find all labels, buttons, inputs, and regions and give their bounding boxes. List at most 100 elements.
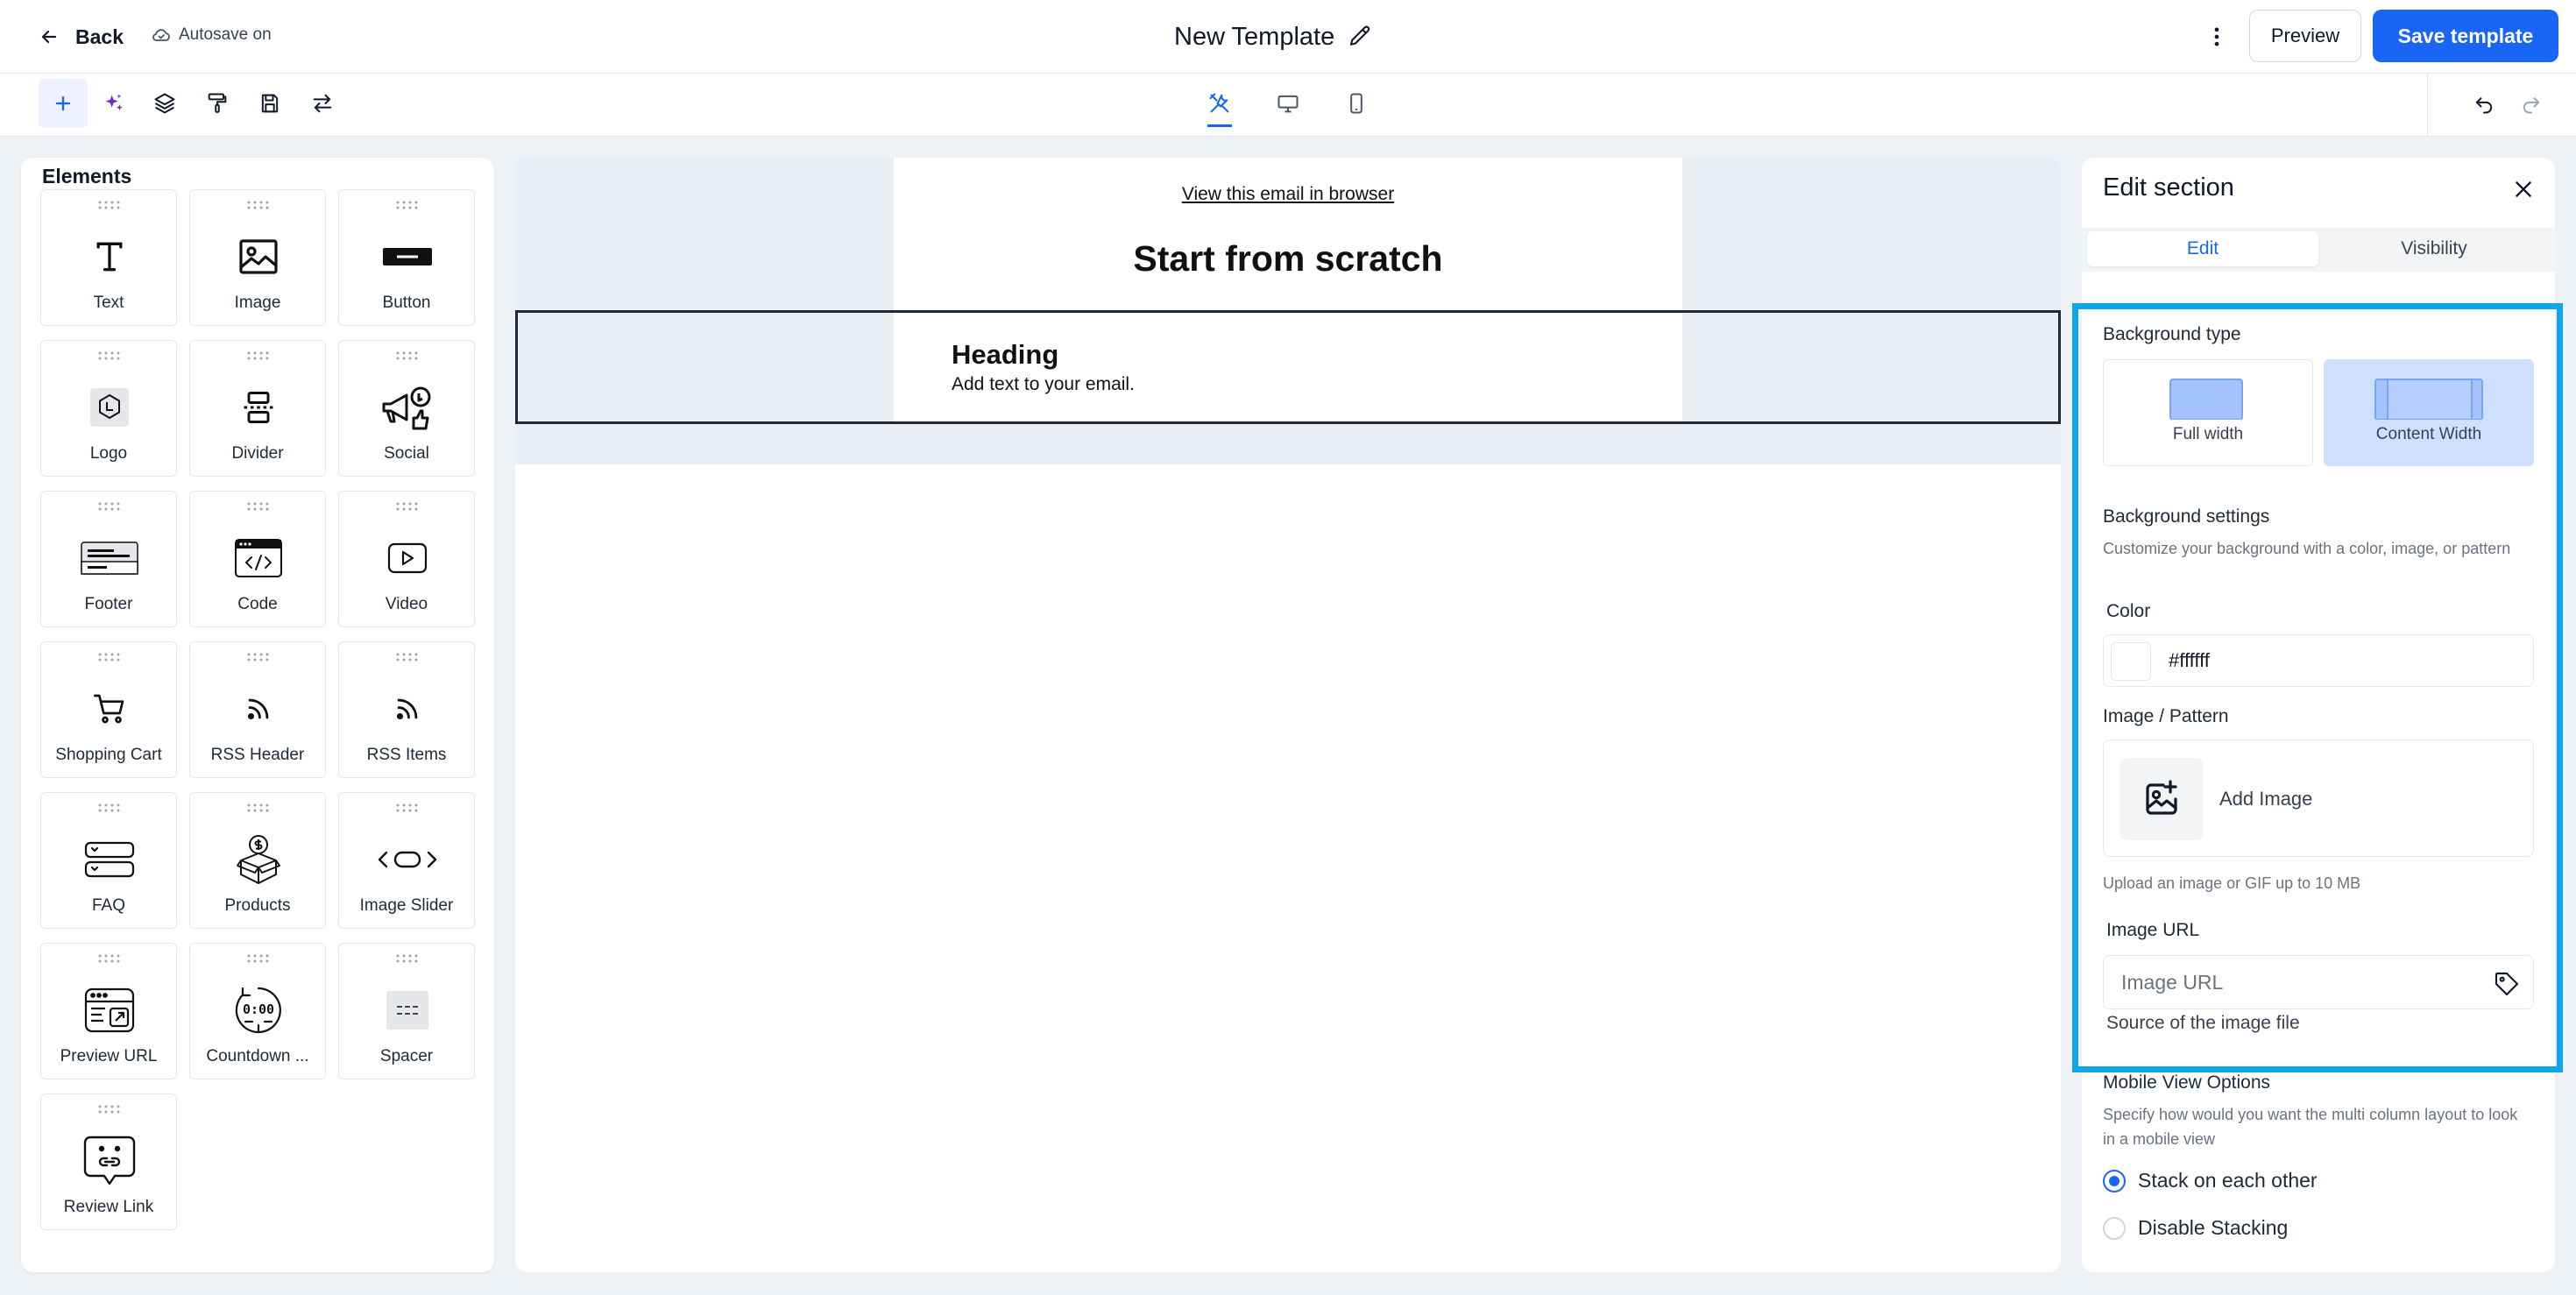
tag-icon[interactable] [2493, 970, 2521, 998]
email-canvas[interactable]: View this email in browser Start from sc… [515, 158, 2061, 1272]
close-panel-button[interactable] [2506, 172, 2541, 207]
drag-handle-icon[interactable] [395, 954, 420, 963]
element-tile-social[interactable]: Social [338, 340, 475, 477]
element-tile-image-slider[interactable]: Image Slider [338, 792, 475, 929]
element-tile-faq[interactable]: FAQ [40, 792, 177, 929]
color-field[interactable]: #ffffff [2103, 634, 2534, 687]
layers-icon [154, 93, 175, 114]
sparkles-icon [105, 94, 123, 111]
drag-handle-icon[interactable] [395, 653, 420, 662]
section-text[interactable]: Add text to your email. [952, 374, 1135, 395]
content-width-icon [2374, 379, 2483, 420]
element-tile-logo[interactable]: Logo [40, 340, 177, 477]
image-url-field[interactable] [2103, 955, 2534, 1009]
radio-button-selected[interactable] [2103, 1169, 2126, 1192]
email-main-title[interactable]: Start from scratch [894, 238, 1682, 280]
image-url-input[interactable] [2121, 966, 2472, 998]
element-tile-products[interactable]: Products [189, 792, 326, 929]
ai-tool[interactable] [89, 79, 138, 128]
template-title-text: New Template [1174, 22, 1335, 51]
save-tool[interactable] [245, 79, 294, 128]
drag-handle-icon[interactable] [395, 201, 420, 209]
edit-tabs: Edit Visibility [2082, 228, 2555, 272]
radio-stack[interactable]: Stack on each other [2103, 1169, 2318, 1192]
radio-button[interactable] [2103, 1216, 2126, 1240]
pencil-icon[interactable] [1347, 24, 1373, 50]
element-tile-shopping-cart[interactable]: Shopping Cart [40, 641, 177, 778]
element-label: FAQ [91, 896, 125, 915]
preview-button[interactable]: Preview [2249, 10, 2361, 62]
swap-tool[interactable] [298, 79, 347, 128]
element-tile-video[interactable]: Video [338, 491, 475, 627]
drag-handle-icon[interactable] [395, 502, 420, 511]
element-label: Review Link [63, 1198, 154, 1216]
drag-handle-icon[interactable] [395, 351, 420, 360]
radio-label: Stack on each other [2138, 1169, 2318, 1192]
upload-hint: Upload an image or GIF up to 10 MB [2103, 874, 2361, 892]
spacer-icon [386, 991, 428, 1030]
element-label: Products [224, 896, 291, 915]
swap-arrows-icon [313, 94, 332, 113]
element-tile-divider[interactable]: Divider [189, 340, 326, 477]
drag-handle-icon[interactable] [246, 653, 271, 662]
element-tile-footer[interactable]: Footer [40, 491, 177, 627]
save-template-button[interactable]: Save template [2373, 10, 2558, 62]
tab-edit[interactable]: Edit [2087, 231, 2318, 266]
redo-button[interactable] [2507, 79, 2556, 128]
undo-button[interactable] [2459, 79, 2509, 128]
element-tile-rss-header[interactable]: RSS Header [189, 641, 326, 778]
back-button[interactable]: Back [39, 19, 124, 54]
smartphone-icon [1350, 93, 1362, 114]
drag-handle-icon[interactable] [395, 803, 420, 812]
mobile-view-tool[interactable] [1332, 79, 1381, 128]
view-in-browser-link[interactable]: View this email in browser [894, 184, 1682, 205]
drag-handle-icon[interactable] [97, 803, 122, 812]
bg-option-full-width[interactable]: Full width [2103, 359, 2313, 466]
section-heading[interactable]: Heading [952, 339, 1058, 371]
element-tile-review-link[interactable]: Review Link [40, 1093, 177, 1230]
tab-visibility[interactable]: Visibility [2318, 231, 2550, 266]
more-options-button[interactable] [2199, 19, 2234, 54]
drag-handle-icon[interactable] [246, 502, 271, 511]
element-tile-rss-items[interactable]: RSS Items [338, 641, 475, 778]
drag-handle-icon[interactable] [97, 653, 122, 662]
drag-handle-icon[interactable] [97, 1105, 122, 1114]
countdown-icon: 0:00 [235, 987, 281, 1034]
floppy-disk-icon [261, 94, 279, 113]
layers-tool[interactable] [140, 79, 189, 128]
drag-handle-icon[interactable] [246, 803, 271, 812]
color-value[interactable]: #ffffff [2169, 649, 2210, 672]
bg-option-content-width[interactable]: Content Width [2324, 359, 2534, 466]
element-tile-preview-url[interactable]: Preview URL [40, 943, 177, 1079]
selected-section[interactable]: Heading Add text to your email. [515, 310, 2061, 424]
drag-handle-icon[interactable] [97, 954, 122, 963]
monitor-icon [1277, 95, 1299, 113]
undo-icon [2475, 97, 2493, 114]
color-swatch[interactable] [2111, 642, 2151, 681]
code-icon [235, 539, 282, 577]
styles-tool[interactable] [193, 79, 242, 128]
section-content[interactable]: Heading Add text to your email. [894, 313, 1682, 421]
element-tile-text[interactable]: Text [40, 189, 177, 326]
design-mode-tool[interactable] [1195, 79, 1244, 128]
element-tile-code[interactable]: Code [189, 491, 326, 627]
add-image-button[interactable]: Add Image [2103, 739, 2534, 857]
element-tile-countdown[interactable]: 0:00 Countdown ... [189, 943, 326, 1079]
element-tile-button[interactable]: Button [338, 189, 475, 326]
autosave-label: Autosave on [179, 25, 272, 44]
drag-handle-icon[interactable] [246, 351, 271, 360]
add-elements-tool[interactable] [39, 79, 88, 128]
desktop-view-tool[interactable] [1263, 79, 1313, 128]
drag-handle-icon[interactable] [97, 201, 122, 209]
template-title[interactable]: New Template [1174, 18, 1373, 56]
drag-handle-icon[interactable] [97, 502, 122, 511]
drag-handle-icon[interactable] [97, 351, 122, 360]
element-tile-image[interactable]: Image [189, 189, 326, 326]
drag-handle-icon[interactable] [246, 201, 271, 209]
drag-handle-icon[interactable] [246, 954, 271, 963]
element-tile-spacer[interactable]: Spacer [338, 943, 475, 1079]
image-url-help: Source of the image file [2106, 1013, 2300, 1033]
element-label: Shopping Cart [55, 746, 162, 764]
radio-disable-stacking[interactable]: Disable Stacking [2103, 1216, 2288, 1240]
divider-icon [244, 392, 273, 423]
